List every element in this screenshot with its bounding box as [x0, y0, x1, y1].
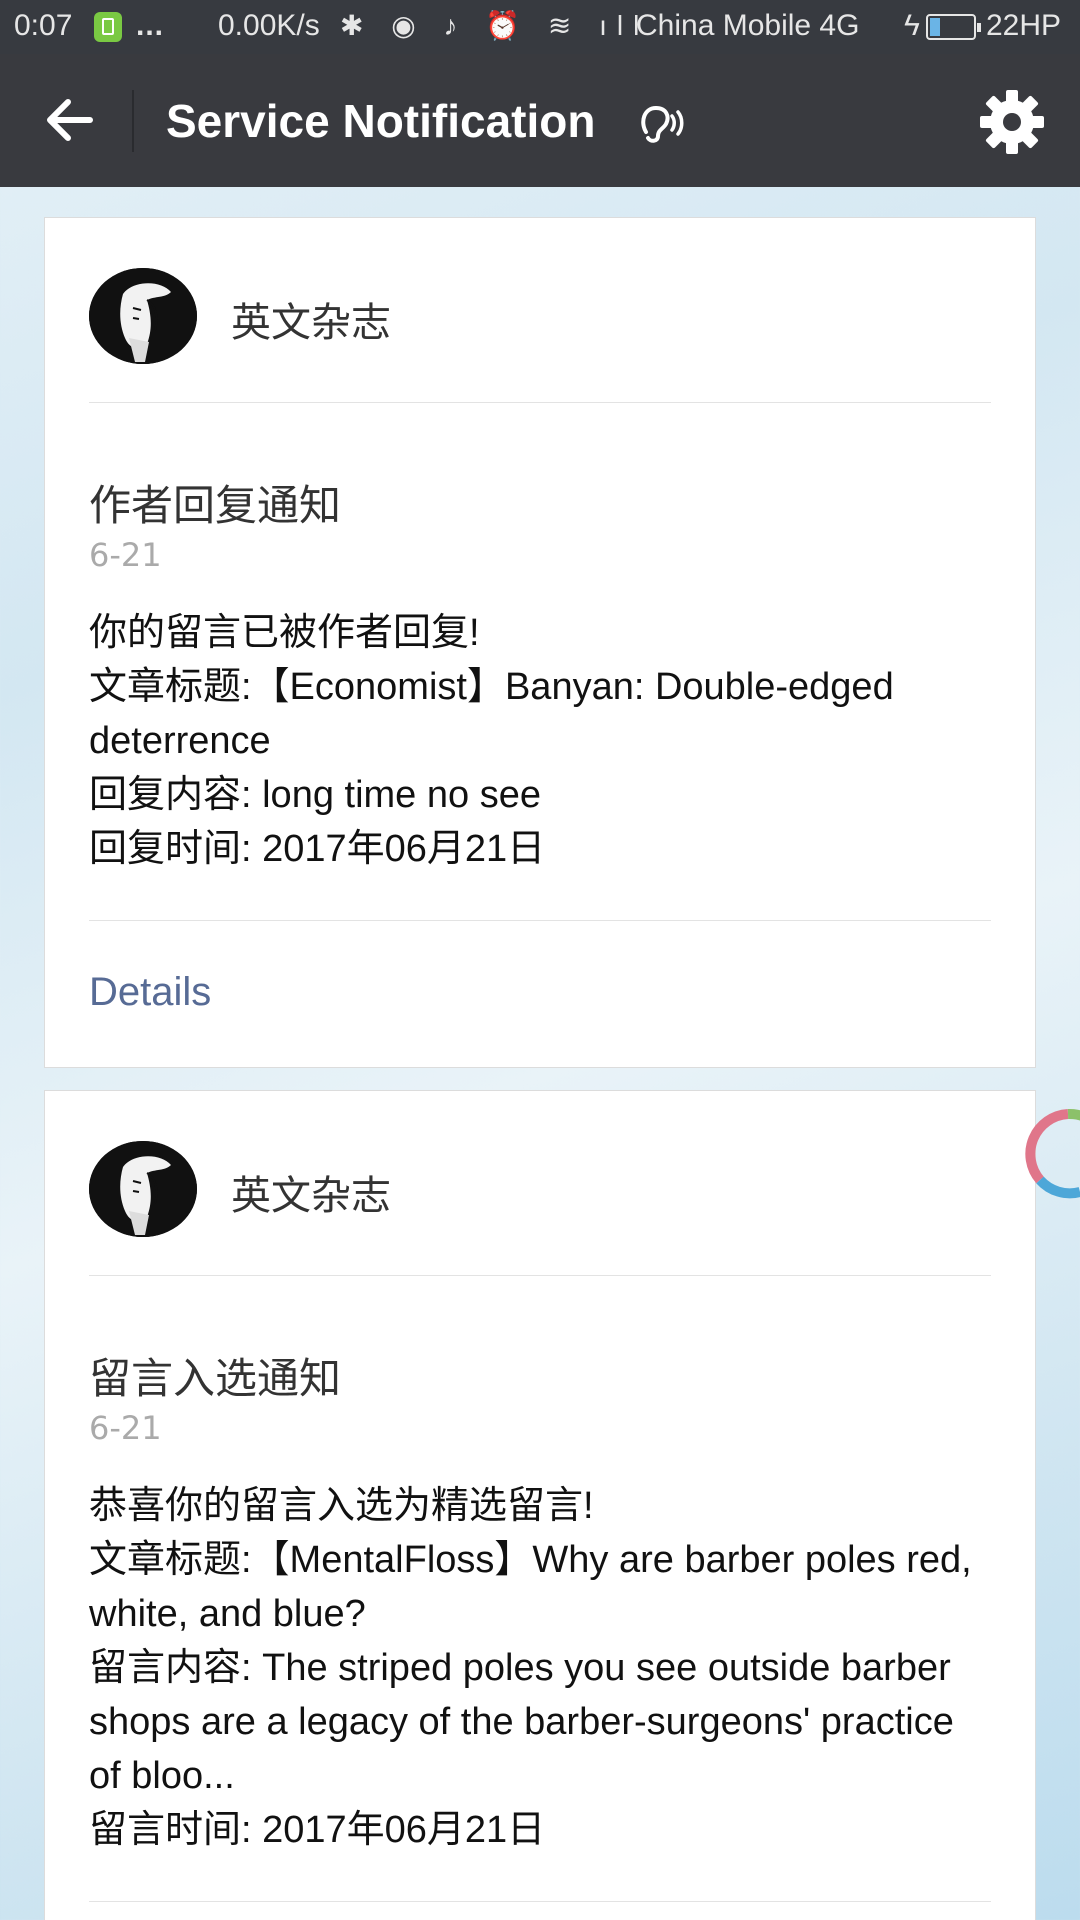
body-line: 恭喜你的留言入选为精选留言! — [89, 1485, 594, 1527]
back-arrow-icon[interactable] — [40, 90, 100, 150]
network-speed: 0.00K/s — [218, 9, 320, 42]
notification-card[interactable]: 英文杂志 作者回复通知 6-21 你的留言已被作者回复! 文章标题:【Econo… — [44, 217, 1036, 1068]
divider — [89, 1275, 991, 1276]
page-title: Service Notification — [166, 95, 596, 147]
body-line: 文章标题:【Economist】Banyan: Double-edged det… — [89, 666, 894, 762]
divider — [89, 402, 991, 403]
app-notification-icon — [94, 12, 122, 42]
top-navigation-bar: Service Notification — [0, 54, 1080, 187]
battery-icon — [926, 14, 981, 40]
body-line: 文章标题:【MentalFloss】Why are barber poles r… — [89, 1539, 972, 1635]
notice-body: 你的留言已被作者回复! 文章标题:【Economist】Banyan: Doub… — [89, 606, 989, 876]
carrier-label: China Mobile 4G — [636, 9, 860, 42]
floating-ring-icon[interactable] — [1018, 1104, 1080, 1204]
notice-title: 作者回复通知 — [89, 481, 342, 530]
account-name: 英文杂志 — [231, 300, 391, 346]
body-line: 你的留言已被作者回复! — [89, 612, 480, 654]
notice-date: 6-21 — [89, 536, 162, 574]
details-link[interactable]: Details — [89, 970, 211, 1015]
body-line: 回复内容: long time no see — [89, 774, 541, 816]
account-name: 英文杂志 — [231, 1173, 391, 1219]
body-line: 留言时间: 2017年06月21日 — [89, 1809, 546, 1851]
avatar — [89, 268, 197, 364]
battery-level: 22HP — [986, 9, 1062, 42]
gear-icon[interactable] — [978, 88, 1046, 156]
charging-icon: ϟ — [904, 9, 920, 42]
status-icons: ✱ ◉ ♪ ⏰ ≋ ıll — [340, 10, 650, 41]
status-bar: 0:07 ... 0.00K/s ✱ ◉ ♪ ⏰ ≋ ıll China Mob… — [0, 0, 1080, 54]
notice-title: 留言入选通知 — [89, 1354, 342, 1403]
notice-body: 恭喜你的留言入选为精选留言! 文章标题:【MentalFloss】Why are… — [89, 1479, 989, 1857]
avatar — [89, 1141, 197, 1237]
divider — [89, 1901, 991, 1902]
earpiece-icon — [638, 102, 684, 146]
status-time: 0:07 — [14, 9, 73, 42]
more-notifications-icon: ... — [136, 9, 165, 42]
notice-date: 6-21 — [89, 1409, 162, 1447]
notification-card[interactable]: 英文杂志 留言入选通知 6-21 恭喜你的留言入选为精选留言! 文章标题:【Me… — [44, 1090, 1036, 1920]
nav-divider — [132, 90, 134, 152]
divider — [89, 920, 991, 921]
body-line: 留言内容: The striped poles you see outside … — [89, 1647, 954, 1797]
body-line: 回复时间: 2017年06月21日 — [89, 828, 546, 870]
